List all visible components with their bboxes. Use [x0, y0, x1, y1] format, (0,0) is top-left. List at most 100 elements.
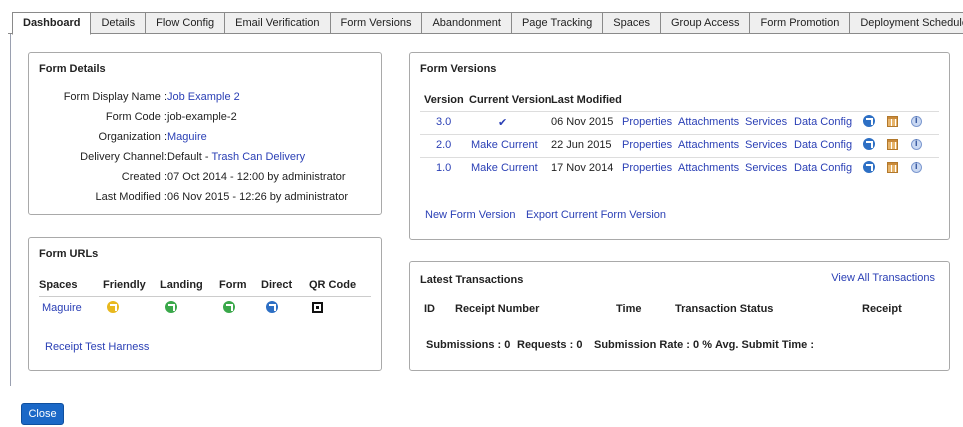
col-form: Form	[219, 279, 247, 291]
col-transaction-status: Transaction Status	[675, 303, 774, 315]
col-landing: Landing	[160, 279, 203, 291]
direct-link-icon[interactable]	[266, 301, 278, 314]
col-current-version: Current Version	[469, 94, 552, 106]
tab-abandonment[interactable]: Abandonment	[422, 12, 512, 34]
grid-icon[interactable]	[887, 161, 898, 173]
services-link[interactable]: Services	[745, 116, 787, 128]
tab-flow-config[interactable]: Flow Config	[146, 12, 226, 34]
organization-link[interactable]: Maguire	[167, 131, 207, 143]
export-current-form-version-link[interactable]: Export Current Form Version	[526, 209, 666, 221]
properties-link[interactable]: Properties	[622, 116, 672, 128]
make-current-link[interactable]: Make Current	[471, 139, 538, 151]
requests-stat: Requests : 0	[517, 339, 583, 351]
version-row: 3.0 ✔ 06 Nov 2015 Properties Attachments…	[420, 111, 939, 133]
form-urls-panel: Form URLs Spaces Friendly Landing Form D…	[28, 237, 382, 371]
services-link[interactable]: Services	[745, 162, 787, 174]
tabs: Dashboard Details Flow Config Email Veri…	[12, 12, 963, 35]
form-details-title: Form Details	[39, 63, 106, 75]
col-friendly: Friendly	[103, 279, 146, 291]
content-border	[10, 34, 11, 386]
delivery-channel-value: Default - Trash Can Delivery	[167, 151, 305, 163]
grid-icon[interactable]	[887, 138, 898, 150]
tab-page-tracking[interactable]: Page Tracking	[511, 12, 604, 34]
latest-transactions-title: Latest Transactions	[420, 274, 524, 286]
col-last-modified: Last Modified	[551, 94, 622, 106]
properties-link[interactable]: Properties	[622, 139, 672, 151]
tab-deployment-schedule[interactable]: Deployment Schedule	[850, 12, 963, 34]
detail-created: Created : 07 Oct 2014 - 12:00 by adminis…	[29, 171, 381, 187]
services-link[interactable]: Services	[745, 139, 787, 151]
launch-icon[interactable]	[863, 161, 875, 174]
tab-email-verification[interactable]: Email Verification	[225, 12, 331, 34]
form-link-icon[interactable]	[223, 301, 235, 314]
attachments-link[interactable]: Attachments	[678, 162, 739, 174]
urls-row: Maguire	[39, 300, 371, 318]
info-icon[interactable]	[911, 115, 922, 127]
tab-bar: Dashboard Details Flow Config Email Veri…	[8, 12, 963, 35]
tab-spaces[interactable]: Spaces	[603, 12, 661, 34]
detail-label: Form Display Name :	[63, 91, 167, 103]
info-icon[interactable]	[911, 138, 922, 150]
tab-form-versions[interactable]: Form Versions	[330, 12, 423, 34]
col-time: Time	[616, 303, 642, 315]
detail-delivery-channel: Delivery Channel: Default - Trash Can De…	[29, 151, 381, 167]
data-config-link[interactable]: Data Config	[794, 139, 852, 151]
tab-form-promotion[interactable]: Form Promotion	[750, 12, 851, 34]
view-all-transactions-link[interactable]: View All Transactions	[831, 272, 935, 284]
properties-link[interactable]: Properties	[622, 162, 672, 174]
friendly-link-icon[interactable]	[107, 301, 119, 314]
grid-icon[interactable]	[887, 115, 898, 127]
version-link[interactable]: 2.0	[436, 139, 451, 151]
tab-group-access[interactable]: Group Access	[661, 12, 751, 34]
submissions-stat: Submissions : 0	[426, 339, 511, 351]
avg-submit-time-stat: Avg. Submit Time :	[715, 339, 815, 351]
modified-date: 22 Jun 2015	[551, 139, 612, 151]
form-display-name-link[interactable]: Job Example 2	[167, 91, 240, 103]
detail-label: Created :	[121, 171, 167, 183]
form-code-value: job-example-2	[167, 111, 237, 123]
version-row: 1.0 Make Current 17 Nov 2014 Properties …	[420, 157, 939, 179]
col-receipt-number: Receipt Number	[455, 303, 540, 315]
version-link[interactable]: 1.0	[436, 162, 451, 174]
modified-date: 17 Nov 2014	[551, 162, 614, 174]
delivery-channel-link[interactable]: Trash Can Delivery	[211, 151, 305, 163]
landing-link-icon[interactable]	[165, 301, 177, 314]
submission-rate-stat: Submission Rate : 0 %	[594, 339, 712, 351]
detail-label: Delivery Channel:	[80, 151, 167, 163]
col-qr: QR Code	[309, 279, 357, 291]
detail-organization: Organization : Maguire	[29, 131, 381, 147]
col-id: ID	[424, 303, 435, 315]
close-button[interactable]: Close	[21, 403, 64, 425]
col-spaces: Spaces	[39, 279, 78, 291]
new-form-version-link[interactable]: New Form Version	[425, 209, 515, 221]
launch-icon[interactable]	[863, 115, 875, 128]
tab-dashboard[interactable]: Dashboard	[12, 12, 92, 35]
data-config-link[interactable]: Data Config	[794, 162, 852, 174]
space-link[interactable]: Maguire	[42, 302, 82, 314]
detail-display-name: Form Display Name : Job Example 2	[29, 91, 381, 107]
detail-last-modified: Last Modified : 06 Nov 2015 - 12:26 by a…	[29, 191, 381, 207]
delivery-default-text: Default -	[167, 151, 212, 163]
info-icon[interactable]	[911, 161, 922, 173]
detail-label: Last Modified :	[95, 191, 167, 203]
receipt-test-harness-link[interactable]: Receipt Test Harness	[45, 341, 149, 353]
last-modified-value: 06 Nov 2015 - 12:26 by administrator	[167, 191, 348, 203]
form-urls-title: Form URLs	[39, 248, 99, 260]
attachments-link[interactable]: Attachments	[678, 116, 739, 128]
version-link[interactable]: 3.0	[436, 116, 451, 128]
current-check-icon: ✔	[498, 117, 508, 129]
make-current-link[interactable]: Make Current	[471, 162, 538, 174]
detail-label: Form Code :	[105, 111, 167, 123]
data-config-link[interactable]: Data Config	[794, 116, 852, 128]
attachments-link[interactable]: Attachments	[678, 139, 739, 151]
version-row: 2.0 Make Current 22 Jun 2015 Properties …	[420, 134, 939, 156]
qr-code-icon[interactable]	[312, 301, 323, 313]
launch-icon[interactable]	[863, 138, 875, 151]
latest-transactions-panel: Latest Transactions View All Transaction…	[409, 261, 950, 371]
col-receipt: Receipt	[862, 303, 902, 315]
col-direct: Direct	[261, 279, 293, 291]
created-value: 07 Oct 2014 - 12:00 by administrator	[167, 171, 346, 183]
tab-details[interactable]: Details	[91, 12, 147, 34]
form-details-panel: Form Details Form Display Name : Job Exa…	[28, 52, 382, 215]
modified-date: 06 Nov 2015	[551, 116, 614, 128]
